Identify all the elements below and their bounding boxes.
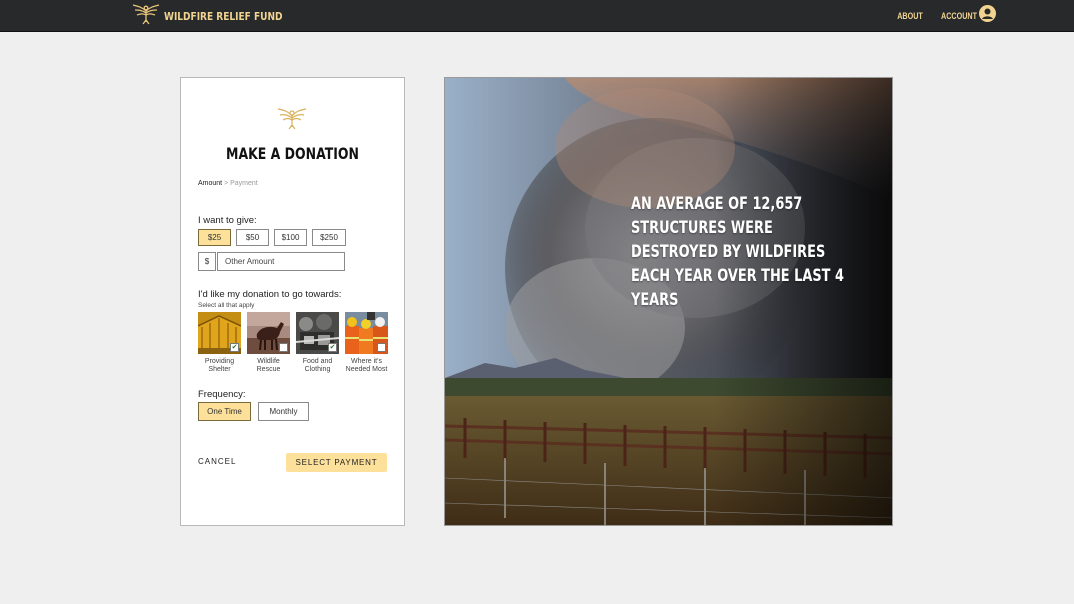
cause-food[interactable]: ✔ Food and Clothing (296, 312, 339, 374)
shelter-checkbox[interactable]: ✔ (230, 343, 239, 352)
shelter-image: ✔ (198, 312, 241, 354)
select-payment-button[interactable]: SELECT PAYMENT (286, 453, 387, 472)
cause-needed-most[interactable]: Where it's Needed Most (345, 312, 388, 374)
cause-wildlife[interactable]: Wildlife Rescue (247, 312, 290, 374)
breadcrumb-separator: > (224, 180, 229, 187)
other-amount-group: $ Other Amount (198, 252, 345, 271)
amount-options: $25 $50 $100 $250 (198, 229, 351, 246)
nav-about-link[interactable]: ABOUT (897, 11, 923, 21)
frequency-options: One Time Monthly (198, 402, 316, 421)
currency-prefix: $ (198, 252, 216, 271)
top-nav: ABOUT ACCOUNT (894, 5, 996, 27)
cancel-button[interactable]: CANCEL (198, 457, 236, 466)
breadcrumb-payment[interactable]: Payment (230, 180, 258, 187)
cause-options: ✔ Providing Shelter Wildlife Rescue ✔ Fo… (198, 312, 394, 374)
wildlife-image (247, 312, 290, 354)
give-label: I want to give: (198, 215, 257, 226)
cause-wildlife-label: Wildlife Rescue (256, 358, 281, 373)
select-all-hint: Select all that apply (198, 302, 255, 309)
monthly-button[interactable]: Monthly (258, 402, 309, 421)
needed-most-checkbox[interactable] (377, 343, 386, 352)
other-amount-input[interactable]: Other Amount (217, 252, 345, 271)
one-time-button[interactable]: One Time (198, 402, 251, 421)
amount-25-button[interactable]: $25 (198, 229, 231, 246)
nav-account-label: ACCOUNT (941, 11, 977, 21)
breadcrumb-amount[interactable]: Amount (198, 180, 222, 187)
nav-account-link[interactable]: ACCOUNT (932, 5, 996, 27)
cause-needed-most-label: Where it's Needed Most (345, 358, 388, 373)
phoenix-emblem-icon (277, 106, 307, 135)
amount-250-button[interactable]: $250 (312, 229, 346, 246)
brand-logo-link[interactable]: WILDFIRE RELIEF FUND (132, 2, 309, 31)
amount-100-button[interactable]: $100 (274, 229, 307, 246)
brand-name: WILDFIRE RELIEF FUND (164, 9, 283, 23)
donation-form-card: MAKE A DONATION Amount > Payment I want … (180, 77, 405, 526)
wildfire-hero-image: AN AVERAGE OF 12,657 STRUCTURES WERE DES… (444, 77, 893, 526)
user-avatar-icon (979, 5, 996, 27)
breadcrumb: Amount > Payment (198, 180, 258, 187)
form-title: MAKE A DONATION (226, 144, 359, 163)
food-checkbox[interactable]: ✔ (328, 343, 337, 352)
phoenix-logo-icon (132, 2, 160, 31)
top-navigation-bar: WILDFIRE RELIEF FUND ABOUT ACCOUNT (0, 0, 1074, 32)
amount-50-button[interactable]: $50 (236, 229, 269, 246)
wildlife-checkbox[interactable] (279, 343, 288, 352)
food-image: ✔ (296, 312, 339, 354)
cause-shelter-label: Providing Shelter (204, 358, 235, 373)
hero-statistic-text: AN AVERAGE OF 12,657 STRUCTURES WERE DES… (631, 194, 844, 310)
frequency-label: Frequency: (198, 389, 246, 400)
towards-label: I'd like my donation to go towards: (198, 289, 342, 300)
cause-food-label: Food and Clothing (302, 358, 333, 373)
needed-most-image (345, 312, 388, 354)
cause-shelter[interactable]: ✔ Providing Shelter (198, 312, 241, 374)
